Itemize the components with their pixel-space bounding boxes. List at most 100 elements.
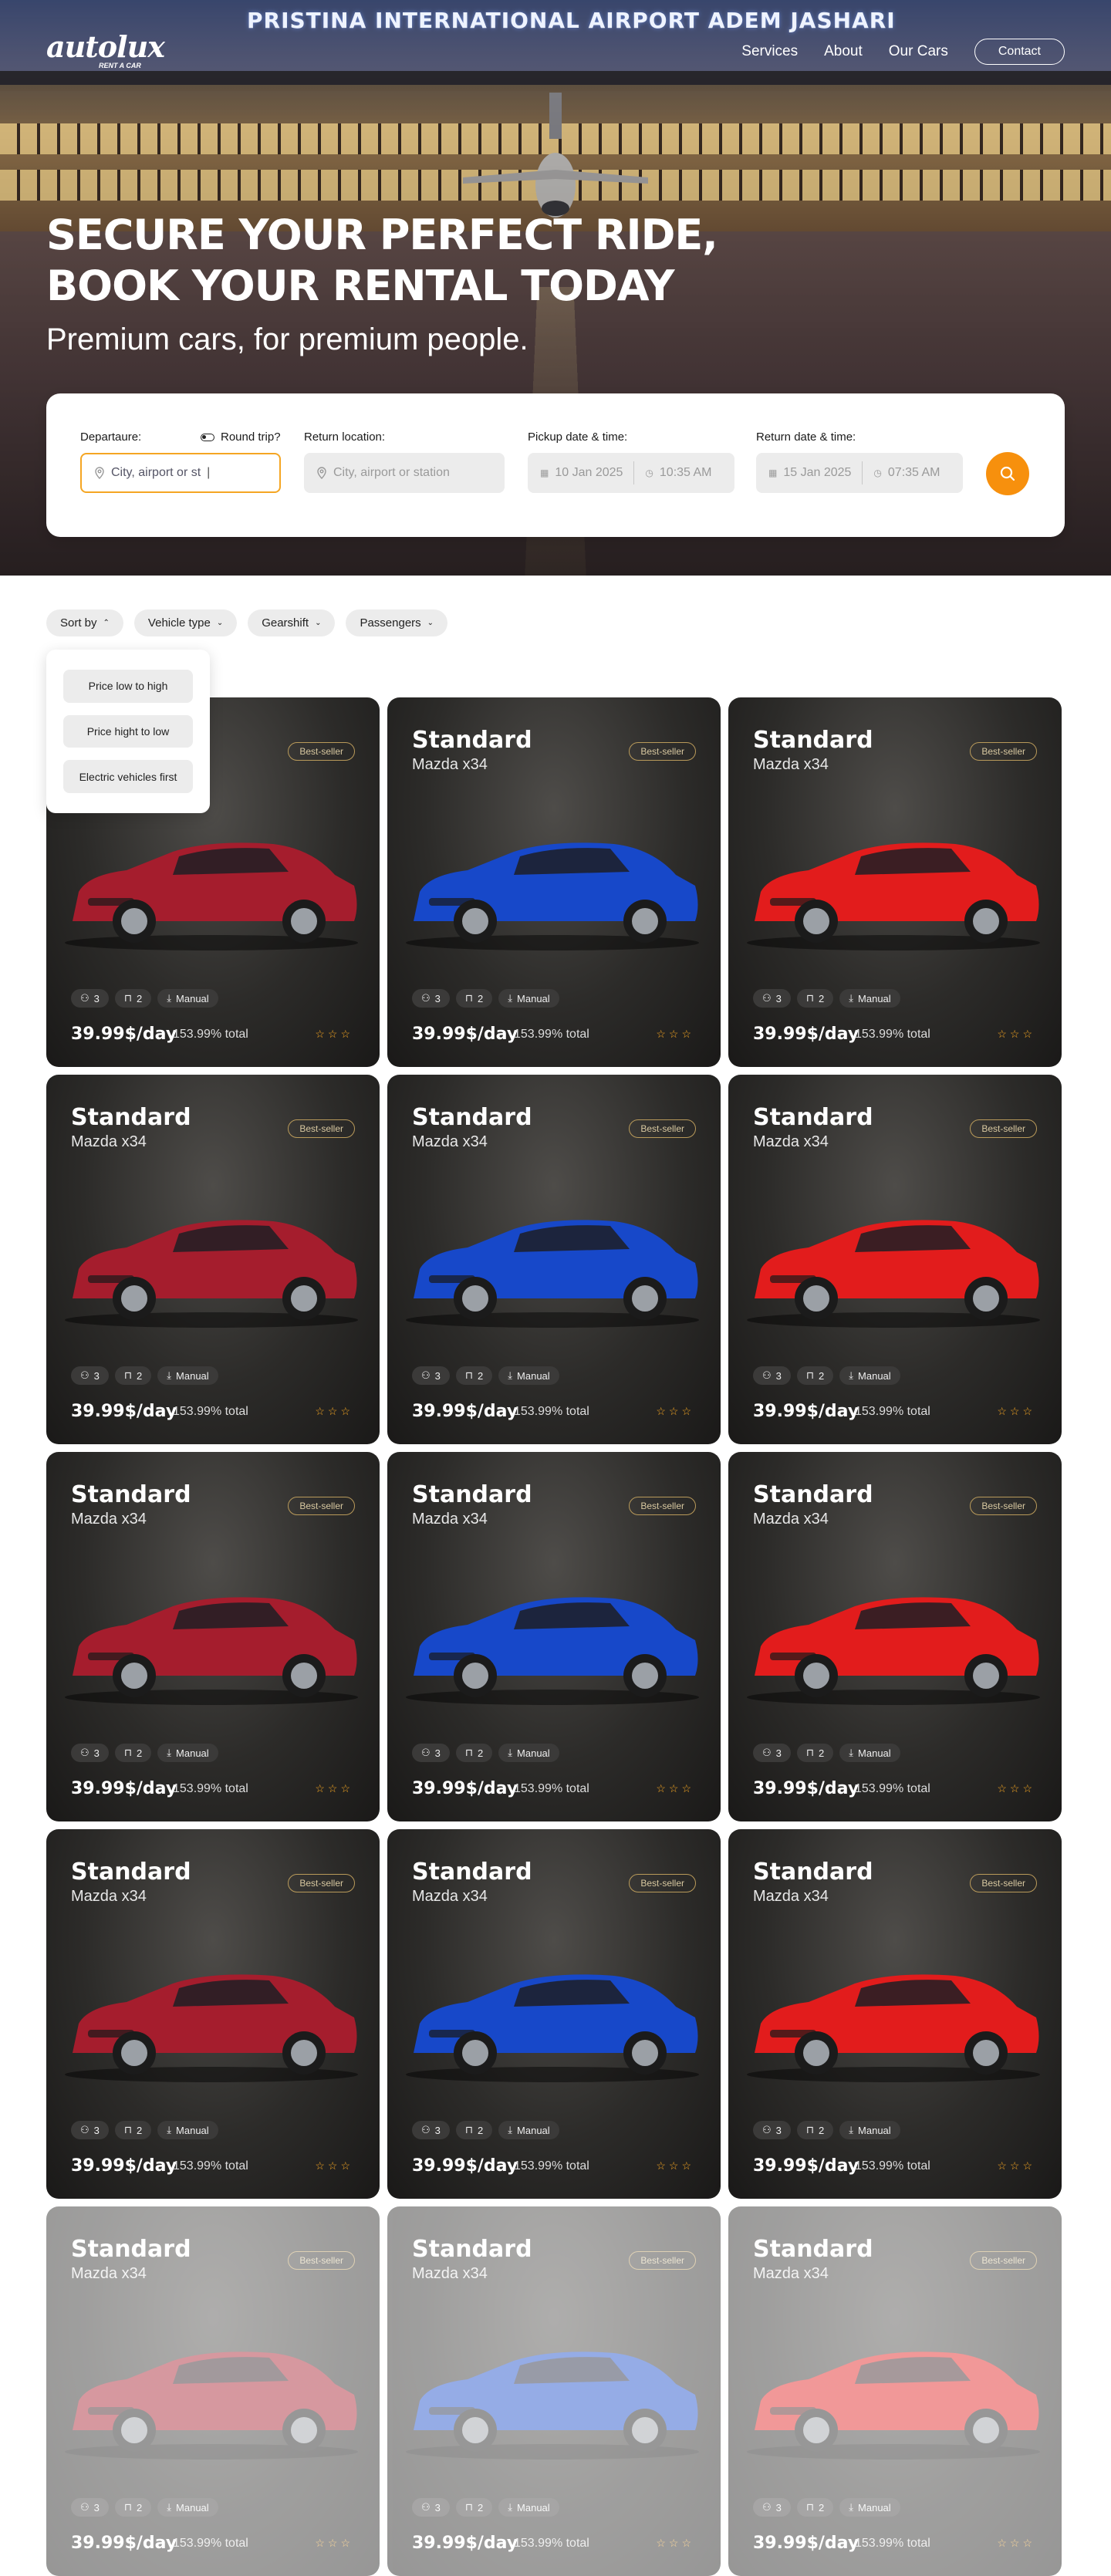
car-card[interactable]: Standard Mazda x34 Best-seller ⚇3 ⊓2 ⤓Ma… [387, 697, 721, 1067]
car-card[interactable]: Standard Mazda x34 Best-seller ⚇3 ⊓2 ⤓Ma… [46, 2206, 380, 2576]
pickup-date: 10 Jan 2025 [555, 466, 623, 479]
car-card[interactable]: Standard Mazda x34 Best-seller ⚇3 ⊓2 ⤓Ma… [728, 1452, 1062, 1821]
bag-icon: ⊓ [805, 2124, 815, 2135]
best-seller-badge: Best-seller [970, 1874, 1037, 1892]
total-price: 153.99% total [855, 2159, 930, 2173]
rating-stars: ☆☆☆ [997, 1028, 1035, 1040]
bag-count: ⊓ 2 [455, 2121, 493, 2139]
bag-icon: ⊓ [464, 992, 474, 1004]
main-nav: Services About Our Cars Contact [741, 39, 1065, 65]
search-button[interactable] [986, 452, 1029, 495]
car-image [406, 1974, 699, 2082]
clock-icon: ◷ [873, 468, 882, 478]
sort-electric-first[interactable]: Electric vehicles first [63, 760, 193, 794]
car-class: Standard [412, 727, 532, 754]
bag-icon: ⊓ [805, 1369, 815, 1381]
daily-price: 39.99$/day [753, 1025, 859, 1044]
car-class: Standard [412, 1859, 532, 1886]
car-card[interactable]: Standard Mazda x34 Best-seller ⚇3 ⊓2 ⤓Ma… [46, 1452, 380, 1821]
nav-services[interactable]: Services [741, 43, 798, 60]
bag-icon: ⊓ [123, 2501, 133, 2513]
passengers-filter[interactable]: Passengers ⌄ [346, 609, 448, 636]
passenger-count: ⚇ 3 [71, 1744, 109, 1762]
departure-input[interactable]: City, airport or st | [80, 453, 281, 493]
sort-price-high-low[interactable]: Price hight to low [63, 714, 193, 748]
person-icon: ⚇ [762, 2501, 772, 2513]
passenger-count: ⚇ 3 [753, 1366, 791, 1385]
gearshift-icon: ⤓ [167, 992, 172, 1004]
gearshift-filter[interactable]: Gearshift ⌄ [248, 609, 336, 636]
bag-count: ⊓ 2 [455, 1366, 493, 1385]
nav-about[interactable]: About [824, 43, 863, 60]
gearshift-icon: ⤓ [508, 2124, 513, 2135]
car-class: Standard [412, 1481, 532, 1508]
car-image [747, 1220, 1040, 1328]
return-location-input[interactable]: City, airport or station [304, 453, 505, 493]
person-icon: ⚇ [80, 992, 89, 1004]
total-price: 153.99% total [173, 2537, 248, 2550]
car-card[interactable]: Standard Mazda x34 Best-seller ⚇3 ⊓2 ⤓Ma… [387, 1075, 721, 1444]
logo[interactable]: autolux RENT A CAR [46, 32, 165, 70]
headline-line-2: BOOK YOUR RENTAL TODAY [46, 262, 675, 310]
sort-price-low-high[interactable]: Price low to high [63, 670, 193, 703]
car-image [406, 2351, 699, 2460]
bag-count: ⊓ 2 [455, 2498, 493, 2517]
car-card[interactable]: Standard Mazda x34 Best-seller ⚇3 ⊓2 ⤓Ma… [728, 1829, 1062, 2199]
gearshift-icon: ⤓ [849, 2124, 854, 2135]
car-model: Mazda x34 [412, 1511, 488, 1528]
nav-our-cars[interactable]: Our Cars [889, 43, 948, 60]
best-seller-badge: Best-seller [629, 1119, 696, 1138]
daily-price: 39.99$/day [753, 2156, 859, 2176]
person-icon: ⚇ [421, 1369, 431, 1381]
contact-button[interactable]: Contact [974, 39, 1065, 65]
round-trip-toggle[interactable]: Round trip? [201, 430, 281, 444]
daily-price: 39.99$/day [753, 1402, 859, 1421]
rating-stars: ☆☆☆ [656, 2159, 694, 2172]
best-seller-badge: Best-seller [970, 1119, 1037, 1138]
rating-stars: ☆☆☆ [315, 1028, 353, 1040]
pickup-datetime-input[interactable]: ▦ 10 Jan 2025 ◷ 10:35 AM [528, 453, 734, 493]
car-specs: ⚇ 3 ⊓ 2 ⤓ Manual [412, 2498, 559, 2517]
bag-icon: ⊓ [805, 992, 815, 1004]
person-icon: ⚇ [80, 2501, 89, 2513]
car-class: Standard [71, 1481, 191, 1508]
car-image [406, 1220, 699, 1328]
car-model: Mazda x34 [71, 2265, 147, 2282]
return-location-placeholder: City, airport or station [333, 466, 450, 479]
vehicle-type-filter[interactable]: Vehicle type ⌄ [133, 609, 238, 636]
person-icon: ⚇ [421, 2501, 431, 2513]
car-class: Standard [71, 1859, 191, 1886]
car-card[interactable]: Standard Mazda x34 Best-seller ⚇3 ⊓2 ⤓Ma… [387, 1452, 721, 1821]
car-model: Mazda x34 [412, 1133, 488, 1150]
return-datetime-input[interactable]: ▦ 15 Jan 2025 ◷ 07:35 AM [756, 453, 963, 493]
sort-by-filter[interactable]: Sort by ⌃ [46, 609, 123, 636]
gear-type: ⤓ Manual [498, 2498, 559, 2517]
car-class: Standard [412, 2236, 532, 2263]
bag-icon: ⊓ [464, 1747, 474, 1758]
total-price: 153.99% total [173, 2159, 248, 2173]
car-card[interactable]: Standard Mazda x34 Best-seller ⚇3 ⊓2 ⤓Ma… [387, 2206, 721, 2576]
daily-price: 39.99$/day [412, 1779, 518, 1798]
car-card[interactable]: Standard Mazda x34 Best-seller ⚇3 ⊓2 ⤓Ma… [387, 1829, 721, 2199]
total-price: 153.99% total [173, 1028, 248, 1041]
car-card[interactable]: Standard Mazda x34 Best-seller ⚇3 ⊓2 ⤓Ma… [728, 697, 1062, 1067]
passenger-count: ⚇ 3 [71, 2121, 109, 2139]
car-card[interactable]: Standard Mazda x34 Best-seller ⚇3 ⊓2 ⤓Ma… [46, 1829, 380, 2199]
gearshift-icon: ⤓ [167, 1369, 172, 1381]
car-image [747, 842, 1040, 950]
person-icon: ⚇ [762, 1747, 772, 1758]
car-card[interactable]: Standard Mazda x34 Best-seller ⚇3 ⊓2 ⤓Ma… [46, 1075, 380, 1444]
car-specs: ⚇ 3 ⊓ 2 ⤓ Manual [71, 2498, 218, 2517]
car-model: Mazda x34 [412, 1888, 488, 1905]
bag-count: ⊓ 2 [114, 1744, 152, 1762]
car-specs: ⚇ 3 ⊓ 2 ⤓ Manual [71, 2121, 218, 2139]
gearshift-icon: ⤓ [167, 2501, 172, 2513]
car-card[interactable]: Standard Mazda x34 Best-seller ⚇3 ⊓2 ⤓Ma… [728, 1075, 1062, 1444]
car-card[interactable]: Standard Mazda x34 Best-seller ⚇3 ⊓2 ⤓Ma… [728, 2206, 1062, 2576]
airport-sign: PRISTINA INTERNATIONAL AIRPORT ADEM JASH… [247, 8, 896, 33]
rating-stars: ☆☆☆ [656, 2537, 694, 2549]
gear-type: ⤓ Manual [839, 1744, 900, 1762]
car-specs: ⚇ 3 ⊓ 2 ⤓ Manual [412, 1744, 559, 1762]
hero-subheadline: Premium cars, for premium people. [46, 322, 528, 356]
bag-count: ⊓ 2 [796, 2498, 834, 2517]
